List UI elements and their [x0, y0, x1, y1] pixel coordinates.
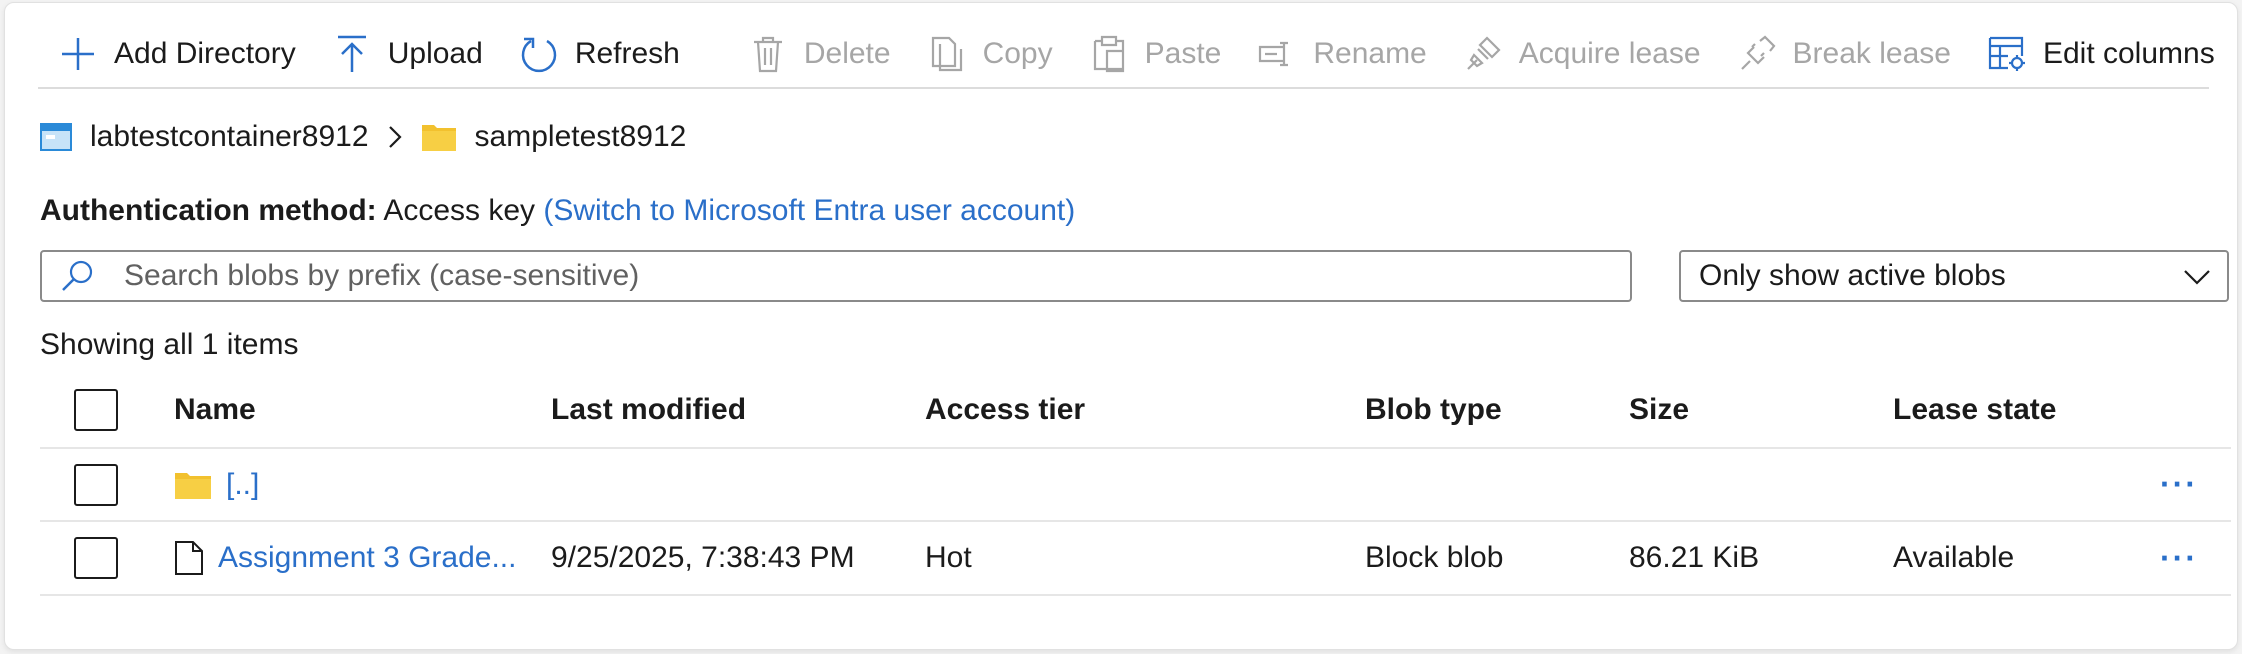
link-icon	[1463, 34, 1503, 74]
item-count: Showing all 1 items	[40, 328, 299, 361]
table-row: [..] ···	[40, 449, 2231, 522]
column-header-name[interactable]: Name	[174, 373, 256, 447]
copy-icon	[927, 34, 967, 74]
search-input[interactable]	[122, 258, 1630, 294]
auth-method-label: Authentication method:	[40, 194, 377, 227]
select-all-checkbox[interactable]	[74, 389, 118, 431]
refresh-button[interactable]: Refresh	[503, 26, 700, 82]
access-tier-cell: Hot	[925, 541, 972, 574]
paste-icon	[1089, 34, 1129, 74]
search-icon	[60, 259, 100, 293]
blob-browser-panel: Add Directory Upload Refresh Delete Copy…	[4, 2, 2238, 650]
lease-state-cell: Available	[1893, 541, 2015, 574]
table-header: Name Last modified Access tier Blob type…	[40, 373, 2231, 449]
column-header-access-tier[interactable]: Access tier	[925, 373, 1085, 447]
more-actions-icon[interactable]: ···	[2160, 522, 2198, 594]
toolbar: Add Directory Upload Refresh Delete Copy…	[38, 21, 2215, 89]
edit-columns-button[interactable]: Edit columns	[1971, 26, 2235, 82]
table-settings-icon	[1987, 34, 2027, 74]
delete-label: Delete	[803, 37, 891, 70]
refresh-icon	[519, 34, 559, 74]
column-header-blob-type[interactable]: Blob type	[1365, 373, 1502, 447]
auth-method: Authentication method: Access key (Switc…	[40, 194, 1075, 228]
add-directory-button[interactable]: Add Directory	[38, 26, 316, 82]
upload-button[interactable]: Upload	[316, 26, 503, 82]
blob-type-cell: Block blob	[1365, 541, 1504, 574]
folder-icon	[421, 122, 457, 152]
column-header-lease-state[interactable]: Lease state	[1893, 373, 2056, 447]
copy-label: Copy	[982, 37, 1053, 70]
blob-filter-dropdown[interactable]: Only show active blobs	[1679, 250, 2229, 302]
broken-link-icon	[1737, 34, 1777, 74]
upload-icon	[332, 34, 372, 74]
size-cell: 86.21 KiB	[1629, 541, 1760, 574]
paste-label: Paste	[1144, 37, 1222, 70]
more-actions-icon[interactable]: ···	[2160, 449, 2198, 520]
break-lease-button[interactable]: Break lease	[1721, 26, 1971, 82]
search-box[interactable]	[40, 250, 1632, 302]
refresh-label: Refresh	[574, 37, 680, 70]
file-icon	[174, 540, 204, 576]
breadcrumb-container[interactable]: labtestcontainer8912	[90, 120, 369, 154]
table-row: Assignment 3 Grade... 9/25/2025, 7:38:43…	[40, 522, 2231, 596]
rename-icon	[1257, 34, 1297, 74]
rename-label: Rename	[1313, 37, 1427, 70]
folder-icon	[174, 470, 212, 500]
copy-button[interactable]: Copy	[911, 26, 1073, 82]
column-header-size[interactable]: Size	[1629, 373, 1689, 447]
breadcrumb: labtestcontainer8912 sampletest8912	[40, 120, 686, 154]
row-checkbox[interactable]	[74, 537, 118, 579]
chevron-right-icon	[387, 124, 403, 150]
paste-button[interactable]: Paste	[1073, 26, 1242, 82]
chevron-down-icon	[2183, 259, 2211, 293]
acquire-lease-label: Acquire lease	[1518, 37, 1701, 70]
last-modified-cell: 9/25/2025, 7:38:43 PM	[551, 541, 855, 574]
blob-name-link[interactable]: Assignment 3 Grade...	[218, 541, 516, 575]
upload-label: Upload	[387, 37, 483, 70]
delete-button[interactable]: Delete	[732, 26, 911, 82]
auth-method-value: Access key	[383, 194, 536, 227]
column-header-last-modified[interactable]: Last modified	[551, 373, 746, 447]
edit-columns-label: Edit columns	[2042, 37, 2215, 70]
blob-table: Name Last modified Access tier Blob type…	[40, 373, 2231, 596]
acquire-lease-button[interactable]: Acquire lease	[1447, 26, 1721, 82]
trash-icon	[748, 34, 788, 74]
rename-button[interactable]: Rename	[1241, 26, 1446, 82]
breadcrumb-folder: sampletest8912	[474, 120, 687, 153]
break-lease-label: Break lease	[1792, 37, 1951, 70]
switch-auth-link[interactable]: (Switch to Microsoft Entra user account)	[543, 194, 1075, 227]
container-icon	[40, 122, 72, 152]
blob-filter-value: Only show active blobs	[1699, 259, 2006, 292]
add-directory-label: Add Directory	[114, 37, 296, 70]
plus-icon	[58, 34, 98, 74]
row-checkbox[interactable]	[74, 463, 118, 506]
parent-directory-link[interactable]: [..]	[226, 468, 259, 502]
